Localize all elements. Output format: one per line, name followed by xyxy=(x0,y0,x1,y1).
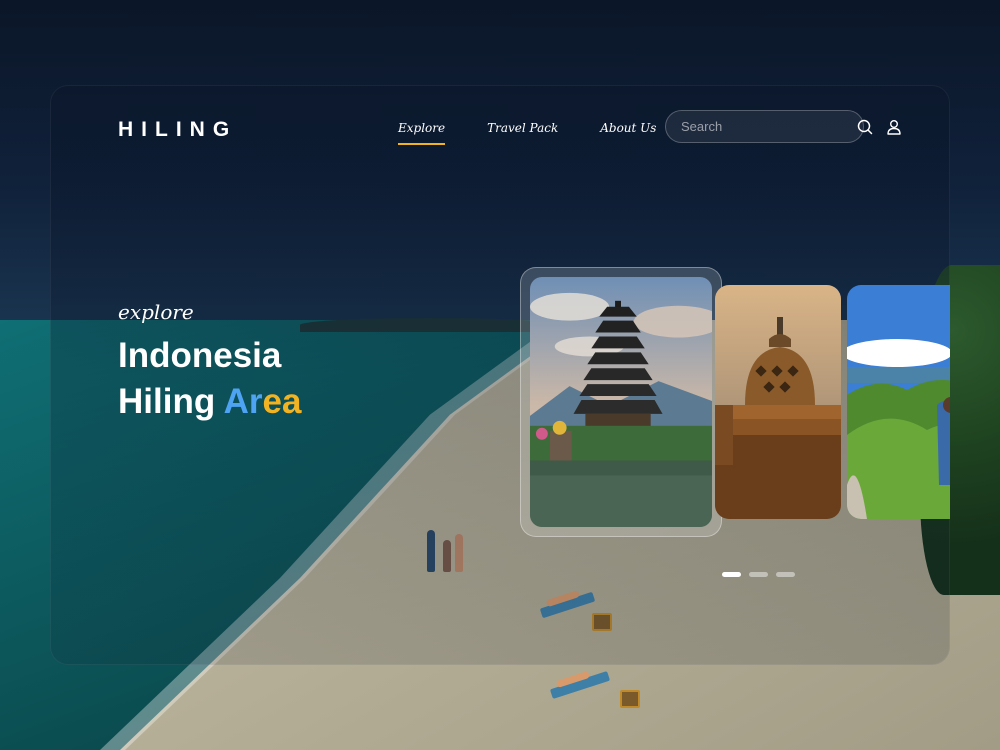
carousel-dot-3[interactable] xyxy=(776,572,795,577)
carousel-dots xyxy=(722,572,795,577)
hero-title-line2-start: Hiling xyxy=(118,382,224,421)
main-nav: Explore Travel Pack About Us xyxy=(398,121,656,145)
hero-eyebrow: explore xyxy=(118,300,194,324)
destination-card-temple[interactable] xyxy=(520,267,722,537)
hero-title-line1: Indonesia xyxy=(118,336,282,375)
destination-card-borobudur[interactable] xyxy=(715,285,841,519)
nav-item-travel-pack[interactable]: Travel Pack xyxy=(487,121,558,145)
user-icon[interactable] xyxy=(886,119,902,135)
hero-panel: HILING Explore Travel Pack About Us expl… xyxy=(50,85,950,665)
borobudur-image xyxy=(715,285,841,519)
destination-card-komodo[interactable] xyxy=(847,285,950,519)
search-bar xyxy=(665,110,873,143)
hero-title-highlight-yellow: ea xyxy=(262,382,302,421)
nav-item-about-us[interactable]: About Us xyxy=(600,121,656,145)
brand-logo[interactable]: HILING xyxy=(118,118,237,142)
hero-title: Indonesia Hiling Area xyxy=(118,333,301,425)
search-input[interactable] xyxy=(681,119,857,134)
temple-image xyxy=(530,277,712,527)
hero-title-highlight-blue: Ar xyxy=(223,382,263,421)
search-icon[interactable] xyxy=(857,119,873,135)
carousel-dot-2[interactable] xyxy=(749,572,768,577)
carousel-dot-1[interactable] xyxy=(722,572,741,577)
komodo-image xyxy=(847,285,950,519)
nav-item-explore[interactable]: Explore xyxy=(398,121,446,145)
beach-table xyxy=(620,690,640,708)
